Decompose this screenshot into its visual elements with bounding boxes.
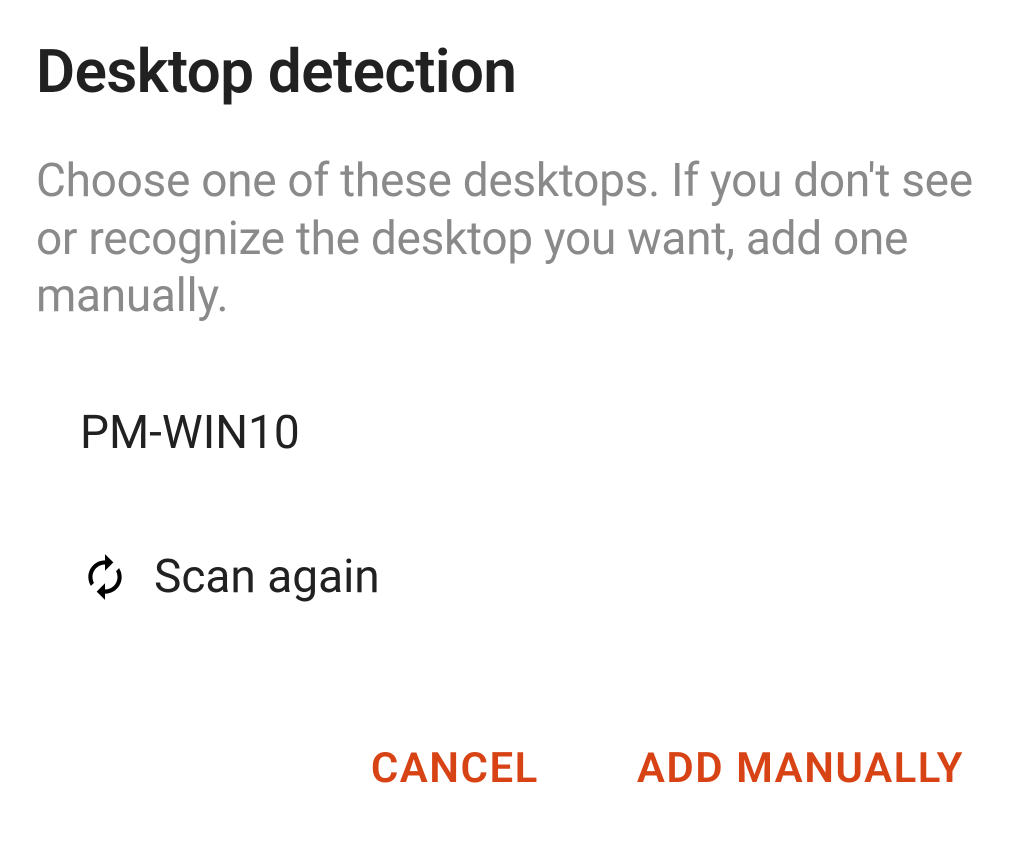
desktop-list-item[interactable]: PM-WIN10	[36, 406, 988, 460]
add-manually-button[interactable]: ADD MANUALLY	[633, 736, 968, 801]
refresh-icon	[80, 552, 130, 602]
dialog-title: Desktop detection	[36, 36, 988, 107]
scan-again-label: Scan again	[154, 550, 380, 604]
cancel-button[interactable]: CANCEL	[367, 736, 543, 801]
desktop-name: PM-WIN10	[80, 406, 300, 460]
scan-again-button[interactable]: Scan again	[36, 550, 988, 604]
dialog-actions: CANCEL ADD MANUALLY	[36, 736, 988, 821]
dialog-description: Choose one of these desktops. If you don…	[36, 153, 988, 326]
